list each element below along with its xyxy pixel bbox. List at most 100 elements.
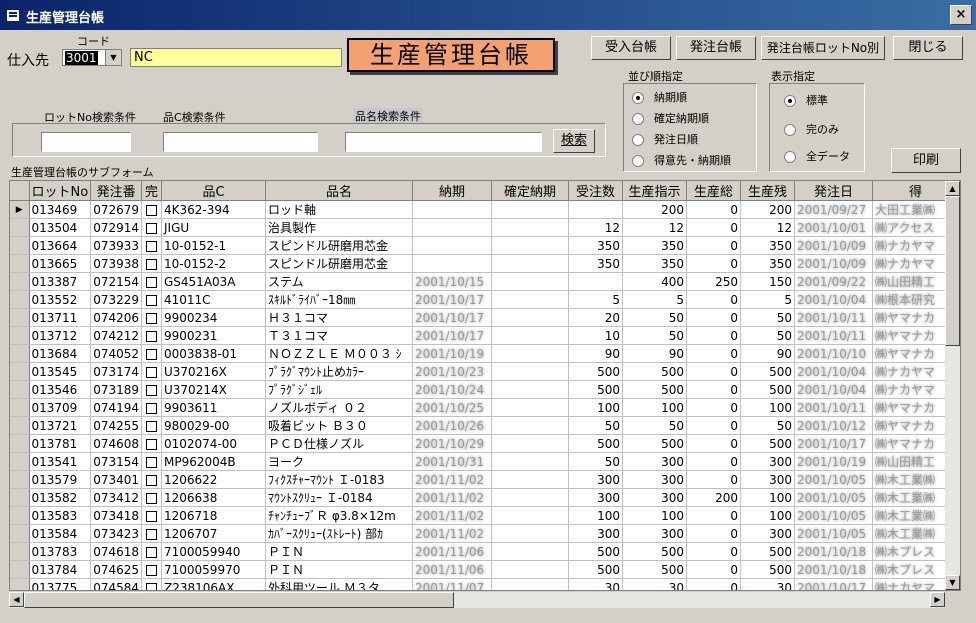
grid-cell[interactable]: スピンドル研磨用芯金: [265, 236, 413, 255]
grid-cell[interactable]: U370214X: [161, 380, 266, 399]
grid-cell[interactable]: U370216X: [161, 362, 266, 381]
grid-cell[interactable]: ﾌｨｸｽﾁｬｰﾏｳﾝﾄ Ｉ-0183: [265, 470, 413, 489]
grid-header-lot-no[interactable]: ロットNo: [29, 181, 92, 201]
table-row[interactable]: 013664 073933 10-0152-1 スピンドル研磨用芯金 350 350 0 35…: [10, 236, 959, 255]
grid-cell[interactable]: 2001/10/05: [794, 524, 873, 543]
row-selector[interactable]: [10, 308, 30, 327]
grid-cell[interactable]: 0: [686, 362, 741, 381]
checkbox-icon[interactable]: [146, 420, 157, 432]
grid-cell[interactable]: 073938: [90, 254, 142, 273]
grid-cell[interactable]: 013721: [29, 416, 92, 435]
grid-cell[interactable]: Ｔ３１コマ: [265, 326, 413, 345]
grid-header-order-no[interactable]: 発注番: [90, 181, 142, 201]
table-row[interactable]: 013711 074206 9900234 Ｈ３１コマ 2001/10/17 20 50 0 5…: [10, 308, 959, 327]
grid-cell[interactable]: 2001/10/11: [794, 326, 873, 345]
grid-cell[interactable]: 12: [622, 218, 687, 237]
grid-cell[interactable]: 2001/11/02: [412, 524, 492, 543]
row-selector[interactable]: [10, 434, 30, 453]
grid-cell[interactable]: 50: [622, 326, 687, 345]
complete-checkbox-cell[interactable]: [141, 524, 162, 543]
grid-cell[interactable]: 12: [568, 218, 623, 237]
complete-checkbox-cell[interactable]: [141, 452, 162, 471]
grid-cell[interactable]: [412, 254, 492, 273]
grid-cell[interactable]: 0: [686, 560, 741, 579]
grid-cell[interactable]: 350: [622, 236, 687, 255]
grid-cell[interactable]: 980029-00: [161, 416, 266, 435]
grid-cell[interactable]: 074608: [90, 434, 142, 453]
grid-cell[interactable]: 500: [568, 362, 623, 381]
grid-cell[interactable]: 2001/11/06: [412, 542, 492, 561]
grid-cell[interactable]: 0: [686, 416, 741, 435]
grid-cell[interactable]: 500: [740, 362, 795, 381]
grid-cell[interactable]: 2001/10/01: [794, 218, 873, 237]
grid-cell[interactable]: [491, 200, 569, 219]
grid-header-prod-total[interactable]: 生産総: [686, 181, 741, 201]
grid-cell[interactable]: 2001/10/09: [794, 236, 873, 255]
grid-cell[interactable]: 013582: [29, 488, 92, 507]
grid-cell[interactable]: 0102074-00: [161, 434, 266, 453]
complete-checkbox-cell[interactable]: [141, 272, 162, 291]
sort-option-confirmed-due[interactable]: 確定納期順: [632, 110, 709, 126]
grid-cell[interactable]: 500: [568, 542, 623, 561]
grid-cell[interactable]: 2001/11/02: [412, 488, 492, 507]
complete-checkbox-cell[interactable]: [141, 542, 162, 561]
grid-cell[interactable]: 2001/10/17: [412, 290, 492, 309]
grid-cell[interactable]: 074212: [90, 326, 142, 345]
supplier-name-field[interactable]: NC: [130, 48, 342, 67]
table-row[interactable]: ▶ 013469 072679 4K362-394 ロッド軸 200 0 200 2001/09…: [10, 200, 959, 219]
print-button[interactable]: 印刷: [891, 148, 961, 173]
grid-cell[interactable]: [491, 362, 569, 381]
row-selector[interactable]: [10, 290, 30, 309]
grid-cell[interactable]: 013784: [29, 560, 92, 579]
grid-cell[interactable]: GS451A03A: [161, 272, 266, 291]
grid-cell[interactable]: 013504: [29, 218, 92, 237]
grid-cell[interactable]: [491, 308, 569, 327]
grid-cell[interactable]: 074255: [90, 416, 142, 435]
grid-cell[interactable]: 200: [686, 488, 741, 507]
grid-cell[interactable]: [491, 488, 569, 507]
grid-cell[interactable]: 5: [568, 290, 623, 309]
grid-header-prod-remaining[interactable]: 生産残: [740, 181, 795, 201]
grid-cell[interactable]: 10: [568, 326, 623, 345]
row-selector[interactable]: ▶: [10, 200, 30, 219]
grid-header-order-qty[interactable]: 受注数: [568, 181, 623, 201]
grid-cell[interactable]: [491, 416, 569, 435]
checkbox-icon[interactable]: [146, 330, 157, 342]
complete-checkbox-cell[interactable]: [141, 362, 162, 381]
grid-cell[interactable]: ﾁｬﾝﾁｭｰﾌﾞＲ φ3.8×12m: [265, 506, 413, 525]
grid-cell[interactable]: 2001/11/02: [412, 506, 492, 525]
grid-cell[interactable]: 072914: [90, 218, 142, 237]
grid-cell[interactable]: 0: [686, 398, 741, 417]
grid-cell[interactable]: 100: [622, 398, 687, 417]
grid-cell[interactable]: 0: [686, 308, 741, 327]
grid-cell[interactable]: 074618: [90, 542, 142, 561]
grid-cell[interactable]: 100: [740, 488, 795, 507]
grid-cell[interactable]: [412, 218, 492, 237]
grid-cell[interactable]: 074206: [90, 308, 142, 327]
grid-cell[interactable]: 41011C: [161, 290, 266, 309]
table-row[interactable]: 013546 073189 U370214X ﾌﾟﾗｸﾞｼﾞｪﾙ 2001/10/24 5…: [10, 380, 959, 399]
table-row[interactable]: 013721 074255 980029-00 吸着ビット Ｂ３０ 2001/10/26…: [10, 416, 959, 435]
chevron-down-icon[interactable]: ▼: [105, 50, 121, 65]
grid-cell[interactable]: 072679: [90, 200, 142, 219]
complete-checkbox-cell[interactable]: [141, 308, 162, 327]
grid-cell[interactable]: ｽｷﾙﾄﾞﾗｲﾊﾞｰ18㎜: [265, 290, 413, 309]
grid-cell[interactable]: 100: [740, 506, 795, 525]
grid-cell[interactable]: 300: [622, 470, 687, 489]
row-selector[interactable]: [10, 362, 30, 381]
grid-cell[interactable]: 300: [740, 524, 795, 543]
grid-cell[interactable]: 300: [568, 488, 623, 507]
grid-cell[interactable]: 30: [568, 578, 623, 590]
scroll-up-icon[interactable]: ▲: [945, 181, 960, 196]
grid-cell[interactable]: ＰＩＮ: [265, 542, 413, 561]
grid-cell[interactable]: 500: [568, 434, 623, 453]
table-row[interactable]: 013684 074052 0003838-01 ＮＯＺＺＬＥ Ｍ００３ ｼ 2001/…: [10, 344, 959, 363]
grid-cell[interactable]: [491, 452, 569, 471]
sort-option-due[interactable]: 納期順: [632, 89, 687, 105]
grid-cell[interactable]: 500: [568, 560, 623, 579]
grid-cell[interactable]: 013783: [29, 542, 92, 561]
grid-cell[interactable]: 外科用ツール Ｍ３タ: [265, 578, 413, 590]
checkbox-icon[interactable]: [146, 258, 157, 270]
complete-checkbox-cell[interactable]: [141, 236, 162, 255]
grid-cell[interactable]: 2001/10/19: [794, 452, 873, 471]
